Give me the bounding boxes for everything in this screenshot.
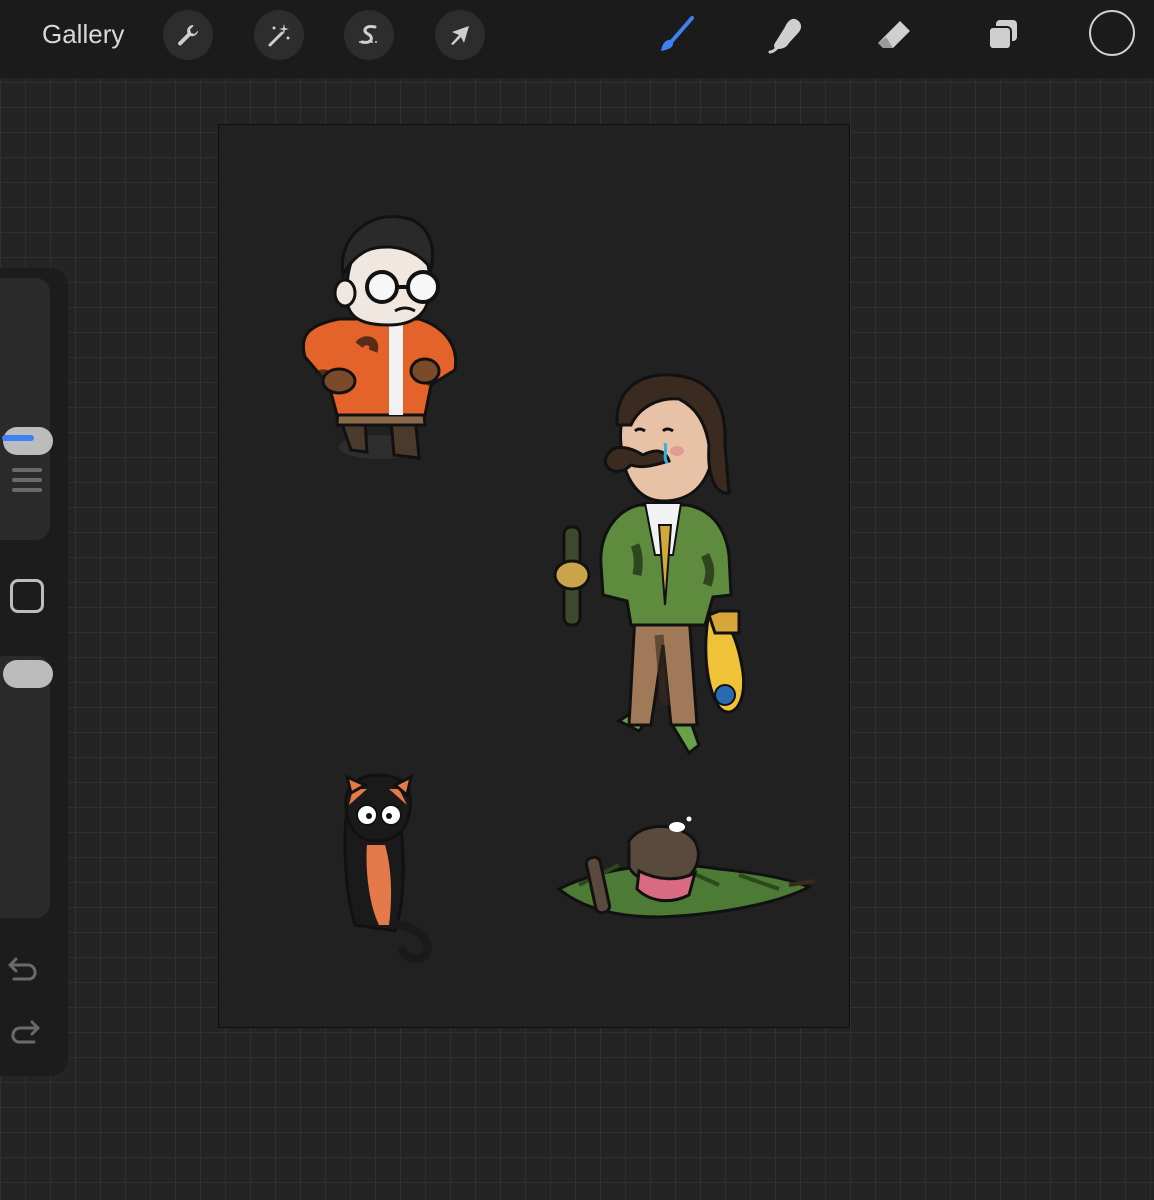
- arrow-cursor-icon: [451, 26, 469, 45]
- wrench-icon: [178, 25, 198, 46]
- black-orange-cat: [343, 773, 432, 963]
- redo-icon: [11, 1020, 40, 1044]
- actions-button[interactable]: [163, 10, 213, 60]
- color-picker-button[interactable]: [1089, 10, 1135, 56]
- opacity-slider-thumb[interactable]: [3, 660, 53, 688]
- modify-button[interactable]: [10, 579, 44, 613]
- layers-button[interactable]: [978, 10, 1028, 60]
- opacity-slider[interactable]: [0, 656, 50, 918]
- smudge-finger-icon: [768, 18, 802, 54]
- sleeping-character: [556, 816, 816, 919]
- undo-icon: [8, 957, 37, 981]
- top-toolbar: Gallery: [0, 0, 1154, 78]
- brush-size-slider-thumb[interactable]: [3, 427, 53, 455]
- undo-button[interactable]: [4, 953, 44, 992]
- transform-button[interactable]: [435, 10, 485, 60]
- character-orange-jacket: [301, 215, 458, 460]
- size-marker: [12, 488, 42, 492]
- brush-size-indicator: [2, 435, 34, 441]
- eraser-icon: [878, 21, 910, 48]
- character-green-jacket: [553, 373, 746, 756]
- size-marker: [12, 478, 42, 482]
- drawing-canvas[interactable]: [218, 124, 850, 1028]
- size-marker: [12, 468, 42, 472]
- gallery-button[interactable]: Gallery: [42, 19, 124, 50]
- brush-size-slider[interactable]: [0, 278, 50, 540]
- selection-button[interactable]: [344, 10, 394, 60]
- smudge-button[interactable]: [760, 10, 810, 60]
- redo-button[interactable]: [4, 1016, 44, 1055]
- left-sidebar: [0, 268, 68, 1076]
- layers-icon: [988, 20, 1017, 50]
- eraser-button[interactable]: [869, 10, 919, 60]
- brush-icon: [661, 16, 694, 51]
- adjustments-button[interactable]: [254, 10, 304, 60]
- brush-button[interactable]: [651, 10, 701, 60]
- magic-wand-icon: [268, 24, 290, 47]
- selection-s-icon: [359, 25, 379, 44]
- artwork-layer: [301, 215, 816, 963]
